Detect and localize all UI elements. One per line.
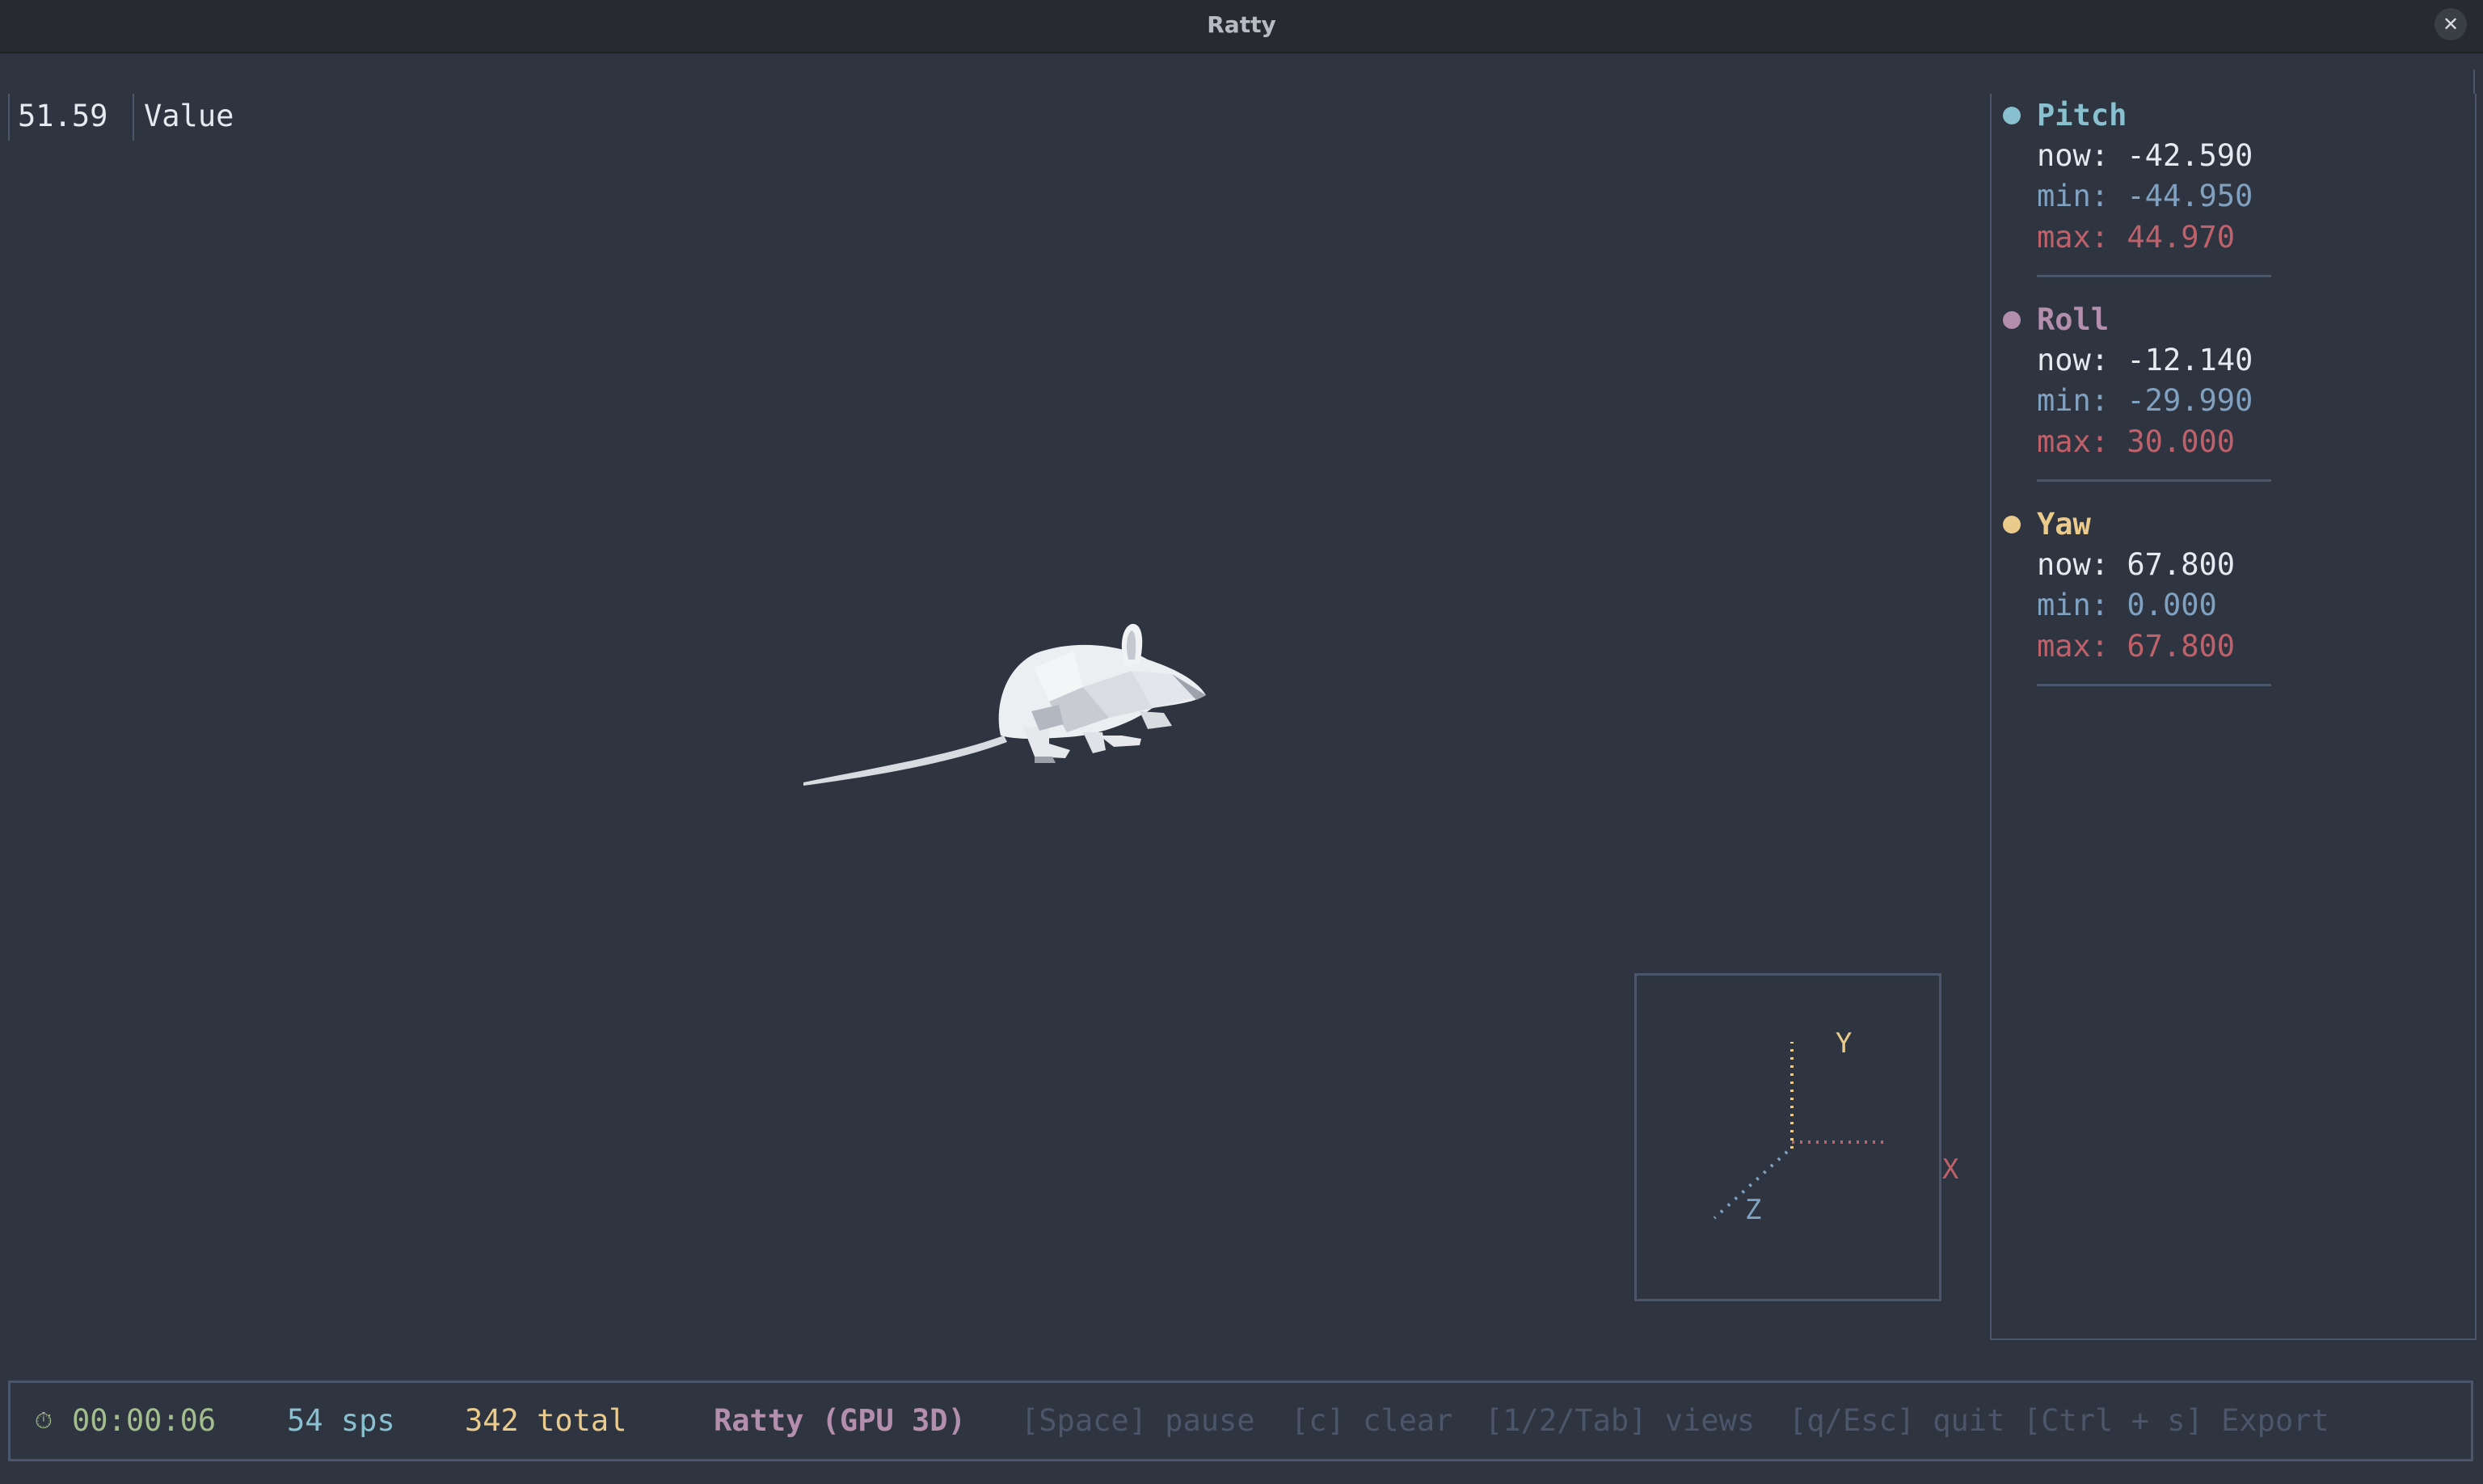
hint-export: [Ctrl + s] Export [2023, 1403, 2329, 1438]
value-label: Value [144, 99, 234, 133]
close-button[interactable]: ✕ [2435, 8, 2467, 40]
hint-quit: [q/Esc] quit [1789, 1403, 2005, 1438]
y-axis-label: Y [1835, 1027, 1853, 1060]
yaw-dot-icon [2003, 516, 2021, 533]
yaw-name: Yaw [2037, 507, 2091, 542]
panel-border-top-right [2462, 70, 2475, 94]
elapsed-time: 00:00:06 [72, 1403, 217, 1438]
window-title: Ratty [1207, 11, 1276, 38]
roll-max: max: 30.000 [2037, 424, 2236, 459]
yaw-divider [2037, 684, 2271, 686]
pitch-dot-icon [2003, 107, 2021, 124]
render-mode: Ratty (GPU 3D) [714, 1403, 966, 1438]
title-bar: Ratty ✕ [0, 0, 2483, 53]
current-value: 51.59 [18, 99, 108, 133]
roll-now: now: -12.140 [2037, 343, 2253, 377]
readout-divider-left [8, 94, 10, 141]
roll-dot-icon [2003, 311, 2021, 329]
roll-min: min: -29.990 [2037, 383, 2253, 418]
hint-clear: [c] clear [1291, 1403, 1453, 1438]
yaw-now: now: 67.800 [2037, 547, 2236, 582]
pitch-name: Pitch [2037, 98, 2127, 133]
hint-pause: [Space] pause [1021, 1403, 1255, 1438]
stopwatch-icon: ⏱ [35, 1407, 53, 1434]
close-icon: ✕ [2442, 13, 2460, 36]
sample-rate: 54 sps [287, 1403, 395, 1438]
readout-divider-middle [133, 94, 134, 141]
pitch-divider [2037, 275, 2271, 277]
status-bar: ⏱ 00:00:06 54 sps 342 total Ratty (GPU 3… [8, 1381, 2473, 1461]
pitch-max: max: 44.970 [2037, 220, 2236, 255]
stats-panel: Pitch now: -42.590 min: -44.950 max: 44.… [1990, 94, 2477, 1340]
rat-3d-model [803, 623, 1206, 786]
roll-divider [2037, 479, 2271, 482]
total-samples: 342 total [465, 1403, 627, 1438]
yaw-max: max: 67.800 [2037, 629, 2236, 664]
axes-gizmo: Y X Z [1634, 973, 1958, 1301]
pitch-min: min: -44.950 [2037, 179, 2253, 213]
yaw-min: min: 0.000 [2037, 588, 2217, 622]
x-axis-label: X [1941, 1153, 1959, 1186]
roll-name: Roll [2037, 302, 2110, 337]
z-axis-label: Z [1744, 1194, 1762, 1226]
hint-views: [1/2/Tab] views [1485, 1403, 1756, 1438]
pitch-now: now: -42.590 [2037, 138, 2253, 173]
